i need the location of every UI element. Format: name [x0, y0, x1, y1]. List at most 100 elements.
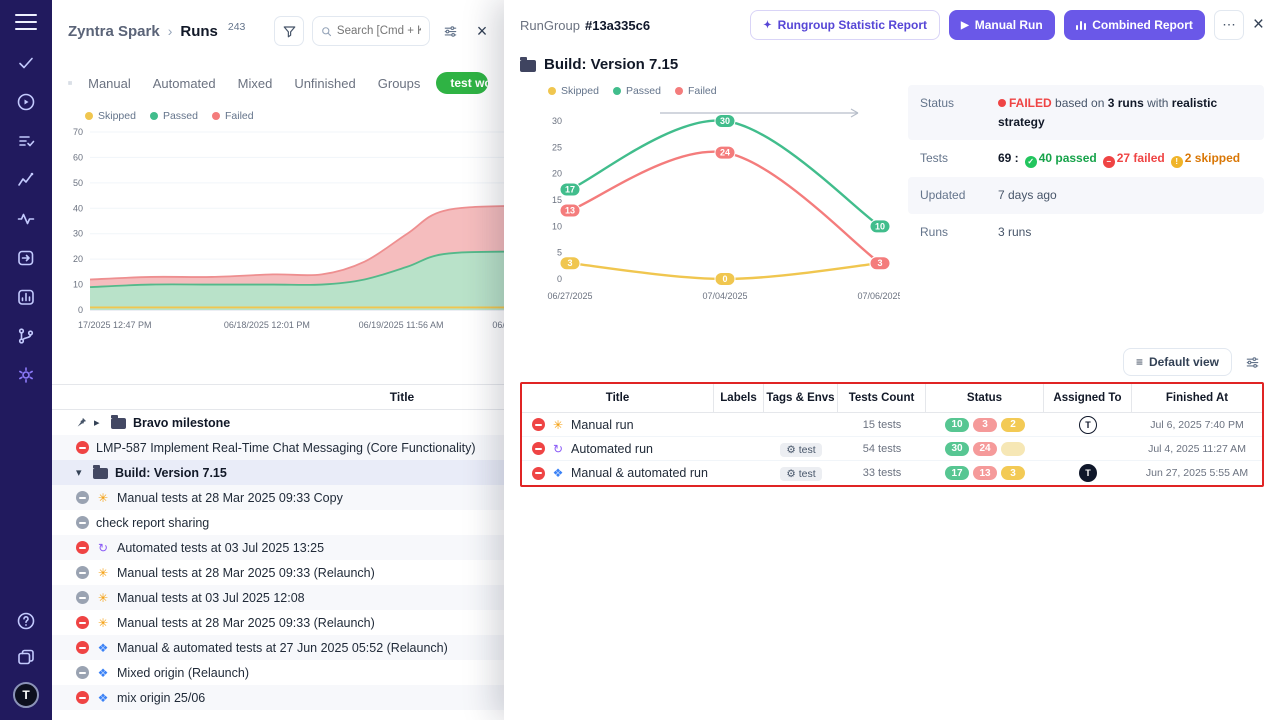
- runs-tabs: Manual Automated Mixed Unfinished Groups: [88, 76, 420, 91]
- more-button[interactable]: ⋯: [1214, 10, 1244, 40]
- list-check-icon[interactable]: [15, 130, 37, 152]
- table-row[interactable]: ✳Manual run15 tests1032TJul 6, 2025 7:40…: [522, 413, 1262, 437]
- legend-item: Failed: [212, 110, 254, 122]
- branch-icon[interactable]: [15, 325, 37, 347]
- column-status[interactable]: Status: [926, 384, 1044, 412]
- updated-row: Updated 7 days ago: [908, 177, 1264, 214]
- combined-report-label: Combined Report: [1092, 18, 1193, 32]
- legend-label: Skipped: [561, 85, 599, 97]
- folder-icon: [111, 418, 126, 429]
- tests-value: 69 :✓40 passed−27 failed!2 skipped: [998, 149, 1252, 168]
- breadcrumb-app[interactable]: Zyntra Spark: [68, 23, 160, 40]
- folder-icon: [520, 60, 536, 72]
- run-title: Manual & automated tests at 27 Jun 2025 …: [117, 641, 448, 655]
- bar-chart-icon[interactable]: [15, 286, 37, 308]
- trend-icon[interactable]: [15, 169, 37, 191]
- combined-report-button[interactable]: Combined Report: [1064, 10, 1205, 40]
- filter-settings-icon[interactable]: [438, 19, 462, 43]
- status-failed-icon: [76, 441, 89, 454]
- tab-automated[interactable]: Automated: [153, 76, 216, 91]
- column-title[interactable]: Title: [522, 384, 714, 412]
- rungroup-statistic-report-button[interactable]: ✦ Rungroup Statistic Report: [750, 10, 940, 40]
- status-row: Status FAILED based on 3 runs with reali…: [908, 85, 1264, 140]
- run-title: Manual tests at 28 Mar 2025 09:33 Copy: [117, 491, 343, 505]
- list-icon: ≡: [1136, 355, 1143, 369]
- search-input[interactable]: [312, 16, 430, 46]
- runs-header: Zyntra Spark › Runs 243 ×: [52, 0, 504, 62]
- legend-item: Failed: [675, 85, 717, 97]
- user-avatar[interactable]: T: [13, 682, 39, 708]
- column-tests-count[interactable]: Tests Count: [838, 384, 926, 412]
- updated-value: 7 days ago: [998, 186, 1252, 205]
- svg-text:30: 30: [73, 229, 83, 239]
- active-filter-badge[interactable]: test work: [436, 72, 488, 94]
- svg-text:06/18/2025 12:01 PM: 06/18/2025 12:01 PM: [224, 320, 310, 330]
- caret-right-icon[interactable]: ▸: [94, 416, 104, 429]
- tests-label: Tests: [920, 149, 998, 168]
- svg-text:30: 30: [552, 116, 562, 126]
- run-title: LMP-587 Implement Real-Time Chat Messagi…: [96, 441, 476, 455]
- menu-icon[interactable]: [15, 14, 37, 30]
- legend-label: Passed: [626, 85, 661, 97]
- tab-mixed[interactable]: Mixed: [238, 76, 273, 91]
- svg-text:15: 15: [552, 195, 562, 205]
- export-icon[interactable]: [15, 247, 37, 269]
- run-title: mix origin 25/06: [117, 691, 205, 705]
- play-circle-icon[interactable]: [15, 91, 37, 113]
- status-failed-icon: [76, 616, 89, 629]
- app: T Zyntra Spark › Runs 243 × Manual Automa…: [0, 0, 1280, 720]
- sidebar-bottom: T: [13, 610, 39, 708]
- default-view-button[interactable]: ≡ Default view: [1123, 348, 1232, 376]
- gear-icon: ⚙: [786, 468, 795, 480]
- column-tags-envs[interactable]: Tags & Envs: [764, 384, 838, 412]
- rungroup-label: RunGroup: [520, 18, 580, 33]
- caret-down-icon[interactable]: ▾: [76, 466, 86, 479]
- column-assigned-to[interactable]: Assigned To: [1044, 384, 1132, 412]
- svg-text:0: 0: [78, 305, 83, 315]
- tag-chip: ⚙test: [780, 443, 821, 457]
- annotation-highlight: TitleLabelsTags & EnvsTests CountStatusA…: [520, 382, 1264, 487]
- run-title: Automated tests at 03 Jul 2025 13:25: [117, 541, 324, 555]
- filter-button[interactable]: [274, 16, 304, 46]
- runs-page: Zyntra Spark › Runs 243 × Manual Automate…: [52, 0, 504, 720]
- manual-run-button[interactable]: ▶ Manual Run: [949, 10, 1055, 40]
- runs-table-header: TitleLabelsTags & EnvsTests CountStatusA…: [522, 384, 1262, 413]
- help-icon[interactable]: [15, 610, 37, 632]
- rungroup-line-chart: 0510152025303031324317301006/27/202507/0…: [540, 101, 900, 327]
- table-row[interactable]: ❖Manual & automated run⚙test33 tests1713…: [522, 461, 1262, 485]
- status-pill-s: 3: [1001, 466, 1025, 480]
- assignee-avatar[interactable]: T: [1079, 464, 1097, 482]
- status-pill-f: 24: [973, 442, 997, 456]
- rungroup-title-row: Build: Version 7.15: [520, 56, 1264, 73]
- assignee-avatar[interactable]: T: [1079, 416, 1097, 434]
- legend-dot-icon: [548, 87, 556, 95]
- status-cell: 17133: [926, 466, 1044, 480]
- view-settings-icon[interactable]: [1240, 350, 1264, 374]
- svg-text:20: 20: [73, 254, 83, 264]
- run-type-manual-icon: ✳: [96, 616, 110, 630]
- svg-text:20: 20: [552, 169, 562, 179]
- activity-icon[interactable]: [15, 208, 37, 230]
- legend-label: Failed: [688, 85, 717, 97]
- column-labels[interactable]: Labels: [714, 384, 764, 412]
- svg-text:0: 0: [722, 274, 727, 284]
- check-icon[interactable]: [15, 52, 37, 74]
- legend-item: Skipped: [548, 85, 599, 97]
- tab-manual[interactable]: Manual: [88, 76, 131, 91]
- legend-item: Passed: [613, 85, 661, 97]
- projects-icon[interactable]: [15, 646, 37, 668]
- runs-grid-icon[interactable]: [68, 75, 72, 91]
- status-pill-s: 0: [1001, 442, 1025, 456]
- settings-gear-icon[interactable]: [15, 364, 37, 386]
- svg-text:10: 10: [552, 221, 562, 231]
- tab-groups[interactable]: Groups: [378, 76, 421, 91]
- table-row[interactable]: ↻Automated run⚙test54 tests30240Jul 4, 2…: [522, 437, 1262, 461]
- run-type-manual-icon: ✳: [96, 491, 110, 505]
- tab-unfinished[interactable]: Unfinished: [294, 76, 355, 91]
- panel-close-icon[interactable]: ×: [470, 21, 494, 42]
- svg-text:17/2025 12:47 PM: 17/2025 12:47 PM: [78, 320, 152, 330]
- search-icon: [321, 25, 332, 38]
- search-field[interactable]: [337, 25, 421, 37]
- column-finished-at[interactable]: Finished At: [1132, 384, 1262, 412]
- close-drawer-icon[interactable]: ×: [1253, 14, 1264, 36]
